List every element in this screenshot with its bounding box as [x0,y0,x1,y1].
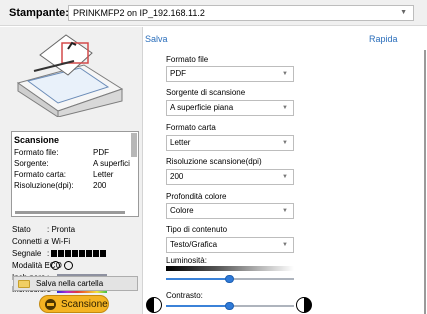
save-in-folder-label: Salva nella cartella [36,279,104,288]
summary-vertical-scrollbar[interactable] [131,133,137,157]
summary-key: Risoluzione(dpi): [14,181,74,190]
connection-key: Connetti a [12,237,49,246]
tab-rapida[interactable]: Rapida [369,34,398,44]
signal-strength-icon [51,249,107,258]
chevron-down-icon: ▼ [282,140,288,146]
signal-bar [100,250,107,258]
summary-row: Formato file: PDF [14,148,132,158]
signal-bar [58,250,65,258]
signal-indicator: : [47,249,107,258]
status-key: Stato [12,225,31,234]
summary-value: Letter [93,170,114,179]
scan-summary-box[interactable]: Scansione Formato file: PDF Sorgente: A … [11,131,139,217]
contrast-label: Contrasto: [166,291,203,300]
folder-icon [18,280,30,288]
summary-key: Formato carta: [14,170,67,179]
scan-source-label: Sorgente di scansione [166,88,246,97]
chevron-down-icon: ▼ [400,9,407,16]
chevron-down-icon: ▼ [282,174,288,180]
content-type-label: Tipo di contenuto [166,225,228,234]
connection-value: : Wi-Fi [47,237,71,246]
chevron-down-icon: ▼ [282,105,288,111]
summary-key: Formato file: [14,148,59,157]
eco-off-icon [51,261,61,271]
scan-source-value: A superficie piana [170,103,234,112]
signal-bar [79,250,86,258]
paper-size-value: Letter [170,138,191,147]
signal-row: Segnale : [12,249,142,260]
brightness-slider[interactable] [166,275,294,283]
file-format-label: Formato file [166,55,209,64]
printer-bar: Stampante: PRINKMFP2 on IP_192.168.11.2 … [0,0,427,26]
signal-colon: : [47,249,50,258]
summary-row: Formato carta: Letter [14,170,132,180]
scan-button[interactable]: Scansione [39,295,109,313]
scan-button-label: Scansione [61,299,108,310]
content-type-value: Testo/Grafica [170,240,218,249]
brightness-label: Luminosità: [166,256,207,265]
summary-row: Sorgente: A superfici [14,159,132,169]
signal-key: Segnale [12,249,42,258]
signal-bar [51,250,58,258]
file-format-value: PDF [170,69,186,78]
summary-title: Scansione [14,135,60,145]
paper-size-label: Formato carta [166,123,216,132]
color-depth-select[interactable]: Colore ▼ [166,203,294,219]
signal-bar [93,250,100,258]
printer-select-value: PRINKMFP2 on IP_192.168.11.2 [73,8,205,18]
settings-scrollbar[interactable] [424,50,426,314]
tab-salva[interactable]: Salva [145,34,168,44]
eco-on-icon [64,261,74,271]
contrast-slider-fill [166,305,230,307]
summary-horizontal-scrollbar[interactable] [15,211,125,214]
summary-value: PDF [93,148,109,157]
contrast-slider[interactable] [166,302,294,310]
resolution-select[interactable]: 200 ▼ [166,169,294,185]
printer-label: Stampante: [9,7,69,19]
eco-indicator: : [47,261,77,271]
contrast-high-icon [296,297,312,313]
summary-value: A superfici [93,159,130,168]
contrast-low-icon [146,297,162,313]
signal-bar [86,250,93,258]
chevron-down-icon: ▼ [282,242,288,248]
summary-key: Sorgente: [14,159,49,168]
scan-source-select[interactable]: A superficie piana ▼ [166,100,294,116]
printer-select[interactable]: PRINKMFP2 on IP_192.168.11.2 ▼ [68,5,414,21]
scanner-illustration [16,34,124,117]
file-format-select[interactable]: PDF ▼ [166,66,294,82]
signal-bar [65,250,72,258]
brightness-slider-fill [166,278,230,280]
left-panel: Scansione Formato file: PDF Sorgente: A … [0,27,143,314]
eco-row: Modalità ECO : [12,261,142,272]
color-depth-value: Colore [170,206,194,215]
color-depth-label: Profondità colore [166,192,227,201]
brightness-slider-thumb[interactable] [225,275,234,283]
save-in-folder-button[interactable]: Salva nella cartella [13,276,138,291]
summary-value: 200 [93,181,107,190]
chevron-down-icon: ▼ [282,208,288,214]
contrast-slider-thumb[interactable] [225,302,234,310]
content-type-select[interactable]: Testo/Grafica ▼ [166,237,294,253]
eco-colon: : [47,261,50,270]
paper-size-select[interactable]: Letter ▼ [166,135,294,151]
brightness-gradient-bar [166,266,294,271]
resolution-value: 200 [170,172,184,181]
status-row: Stato : Pronta [12,225,142,236]
summary-row: Risoluzione(dpi): 200 [14,181,132,191]
resolution-label: Risoluzione scansione(dpi) [166,157,262,166]
signal-bar [72,250,79,258]
chevron-down-icon: ▼ [282,71,288,77]
connection-row: Connetti a : Wi-Fi [12,237,142,248]
status-value: : Pronta [47,225,76,234]
scan-icon [45,299,56,310]
